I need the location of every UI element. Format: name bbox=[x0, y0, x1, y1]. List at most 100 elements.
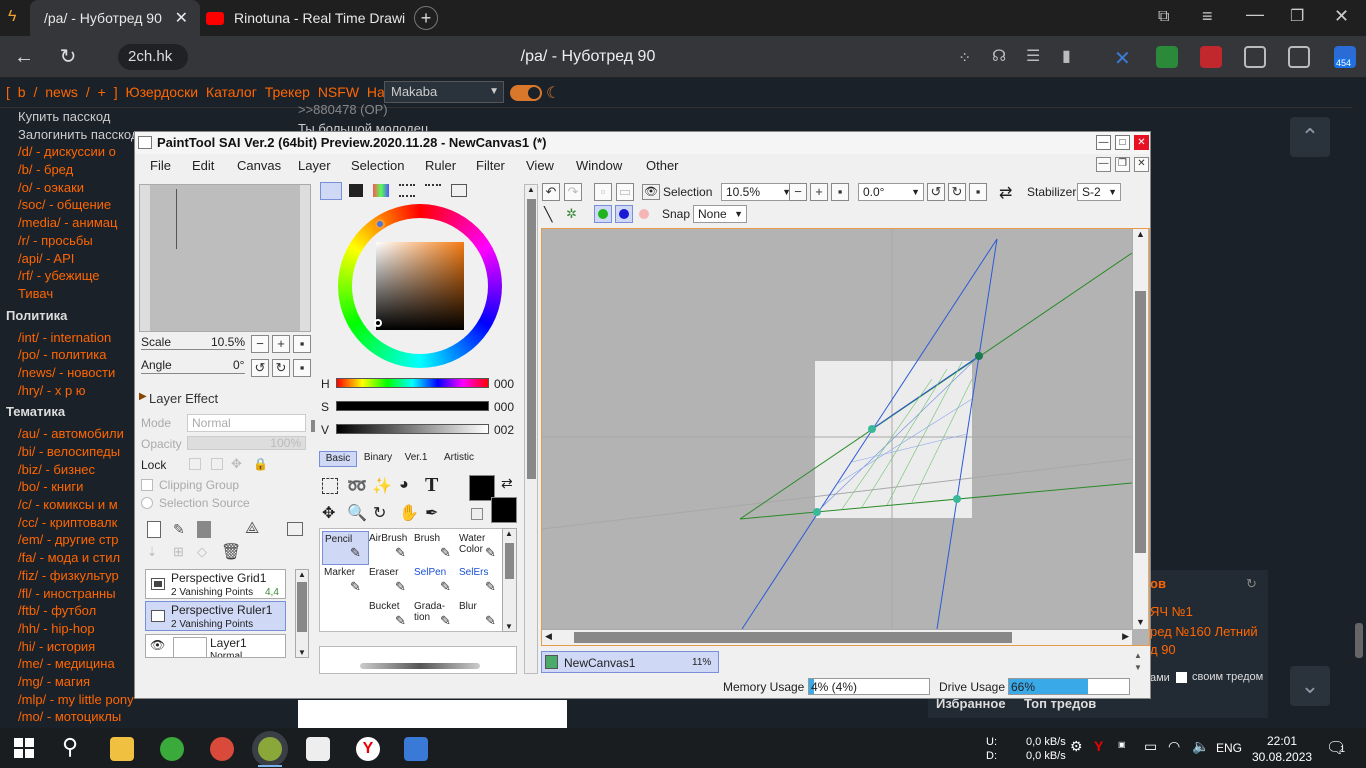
new-layer-icon[interactable] bbox=[147, 521, 161, 538]
apps-icon[interactable]: ⁘ bbox=[958, 48, 971, 68]
tabs-scroll-up-icon[interactable]: ▲ bbox=[1134, 651, 1142, 660]
post-reply-link[interactable]: >>880478 (OP) bbox=[298, 102, 428, 117]
tool-selpen[interactable]: SelPen bbox=[412, 565, 459, 599]
tool-blur[interactable]: Blur bbox=[457, 599, 504, 633]
sidebar-board-link[interactable]: /biz/ - бизнес bbox=[0, 461, 134, 479]
ruler-handle[interactable] bbox=[813, 508, 821, 516]
back-icon[interactable]: ← bbox=[8, 36, 40, 78]
sidebar-board-link[interactable]: /hh/ - hip-hop bbox=[0, 620, 134, 638]
nav-link-tracker[interactable]: Трекер bbox=[265, 84, 310, 100]
tab-ver1[interactable]: Ver.1 bbox=[401, 451, 431, 467]
sidebar-board-link[interactable]: /c/ - комиксы и м bbox=[0, 496, 134, 514]
ruler-handle[interactable] bbox=[953, 495, 961, 503]
rect-select-icon[interactable] bbox=[322, 478, 338, 494]
restore-icon[interactable]: ❐ bbox=[1290, 6, 1304, 26]
reader-icon[interactable]: ☰ bbox=[1026, 46, 1040, 66]
tab-inactive[interactable]: Rinotuna - Real Time Drawi bbox=[206, 0, 406, 36]
close-tab-icon[interactable]: ✕ bbox=[175, 8, 188, 28]
nav-link-news[interactable]: news bbox=[45, 84, 78, 100]
eyedropper-icon[interactable]: ✒ bbox=[425, 503, 438, 523]
text-tool-icon[interactable]: T bbox=[425, 474, 438, 497]
sidebar-board-link[interactable]: /int/ - internation bbox=[0, 329, 134, 347]
s-slider[interactable] bbox=[336, 401, 489, 411]
mode-select[interactable]: Normal bbox=[187, 414, 306, 432]
nav-link-b[interactable]: b bbox=[18, 84, 26, 100]
redo-button[interactable]: ↷ bbox=[564, 183, 582, 201]
v-value[interactable]: 002 bbox=[494, 423, 514, 437]
toolbar-rotate-reset[interactable]: ▪ bbox=[969, 183, 987, 201]
v-slider[interactable] bbox=[336, 424, 489, 434]
nav-link-userboards[interactable]: Юзердоски bbox=[125, 84, 198, 100]
sidebar-board-link[interactable]: /po/ - политика bbox=[0, 346, 134, 364]
doc-minimize-button[interactable]: — bbox=[1096, 157, 1111, 172]
url-field[interactable]: 2ch.hk bbox=[118, 44, 188, 70]
new-tab-button[interactable]: + bbox=[414, 6, 438, 30]
sidebar-board-link[interactable]: Залогинить пасскод bbox=[0, 126, 134, 144]
sai-close-button[interactable]: ✕ bbox=[1134, 135, 1149, 150]
rotate-icon[interactable]: ↻ bbox=[373, 503, 386, 523]
nav-link-catalog[interactable]: Каталог bbox=[206, 84, 257, 100]
angle-slider[interactable] bbox=[141, 373, 245, 374]
canvas-vscrollbar[interactable]: ▲ ▼ bbox=[1132, 229, 1148, 629]
expand-icon[interactable]: ▶ bbox=[139, 391, 147, 402]
headphones-icon[interactable]: ☊ bbox=[992, 46, 1006, 66]
lock-all-icon[interactable]: 🔒 bbox=[253, 457, 268, 471]
pdf-extension-icon[interactable] bbox=[1200, 46, 1222, 68]
sidebar-board-link[interactable]: /bi/ - велосипеды bbox=[0, 443, 134, 461]
sidebar-board-link[interactable]: /api/ - API bbox=[0, 250, 134, 268]
sidebar-board-link[interactable]: /hry/ - х р ю bbox=[0, 382, 134, 400]
tool-eraser[interactable]: Eraser bbox=[367, 565, 414, 599]
red-snap-button[interactable] bbox=[639, 209, 649, 219]
bookmark-icon[interactable]: ▮ bbox=[1062, 46, 1071, 66]
transparent-color-icon[interactable] bbox=[471, 508, 483, 520]
sai-taskbar-icon[interactable] bbox=[258, 737, 282, 761]
extensions-icon[interactable] bbox=[1244, 46, 1266, 68]
menu-other[interactable]: Other bbox=[646, 154, 679, 178]
tool-brush[interactable]: Brush bbox=[412, 531, 459, 565]
secondary-color-swatch[interactable] bbox=[491, 497, 517, 523]
sidebar-board-link[interactable]: /d/ - дискуссии о bbox=[0, 143, 134, 161]
sidebar-board-link[interactable]: /soc/ - общение bbox=[0, 196, 134, 214]
color-panel-scrollbar[interactable]: ▲ bbox=[524, 184, 538, 674]
mixer-tab-icon[interactable] bbox=[425, 184, 441, 197]
menu-icon[interactable]: ≡ bbox=[1202, 6, 1213, 27]
sidebar-board-link[interactable]: Тивач bbox=[0, 285, 134, 303]
sai-minimize-button[interactable]: — bbox=[1096, 135, 1111, 150]
minimize-icon[interactable]: — bbox=[1246, 4, 1264, 25]
toolbar-rotate-left[interactable]: ↺ bbox=[927, 183, 945, 201]
sidebar-board-link[interactable]: /o/ - оэкаки bbox=[0, 179, 134, 197]
sidebar-board-link[interactable]: /rf/ - убежище bbox=[0, 267, 134, 285]
reload-icon[interactable]: ↻ bbox=[52, 36, 84, 78]
undo-button[interactable]: ↶ bbox=[542, 183, 560, 201]
steam-icon[interactable]: ⚙ bbox=[1070, 738, 1083, 755]
tab-binary[interactable]: Binary bbox=[361, 451, 395, 467]
wifi-icon[interactable]: ◠ bbox=[1168, 738, 1180, 755]
page-scrollbar[interactable] bbox=[1352, 78, 1366, 728]
toolbar-rotate-right[interactable]: ↻ bbox=[948, 183, 966, 201]
style-select[interactable]: Makaba ▼ bbox=[384, 81, 504, 103]
tab-actions-icon[interactable]: ⧉ bbox=[1158, 8, 1169, 26]
toolbar-zoom-reset[interactable]: ▪ bbox=[831, 183, 849, 201]
own-thread-checkbox[interactable] bbox=[1176, 672, 1187, 683]
layer-effect-label[interactable]: Layer Effect bbox=[149, 391, 218, 406]
deselect-button[interactable]: ▫ bbox=[594, 183, 612, 201]
sidebar-board-link[interactable]: /bo/ - книги bbox=[0, 478, 134, 496]
new-folder-icon[interactable] bbox=[197, 521, 211, 538]
fav-item[interactable]: ЯЧ №1 bbox=[1150, 604, 1193, 619]
green-snap-button[interactable] bbox=[594, 205, 612, 223]
h-slider[interactable] bbox=[336, 378, 489, 388]
swap-colors-icon[interactable]: ⇄ bbox=[501, 475, 513, 492]
angle-value[interactable]: 0° bbox=[233, 358, 244, 372]
doc-close-button[interactable]: ✕ bbox=[1134, 157, 1149, 172]
sidebar-board-link[interactable]: /r/ - просьбы bbox=[0, 232, 134, 250]
canvas-tab[interactable]: NewCanvas1 11% bbox=[541, 651, 719, 673]
video-player-icon[interactable] bbox=[404, 737, 428, 761]
yandex-tray-icon[interactable]: Y bbox=[1094, 738, 1103, 754]
menu-window[interactable]: Window bbox=[576, 154, 622, 178]
tool-grada-tion[interactable]: Grada-tion bbox=[412, 599, 459, 633]
tool-bucket[interactable]: Bucket bbox=[367, 599, 414, 633]
scale-value[interactable]: 10.5% bbox=[211, 335, 245, 349]
sidebar-board-link[interactable]: /me/ - медицина bbox=[0, 655, 134, 673]
sidebar-board-link[interactable]: /au/ - автомобили bbox=[0, 425, 134, 443]
perspective-ruler-icon[interactable]: ⟁ bbox=[245, 520, 259, 538]
